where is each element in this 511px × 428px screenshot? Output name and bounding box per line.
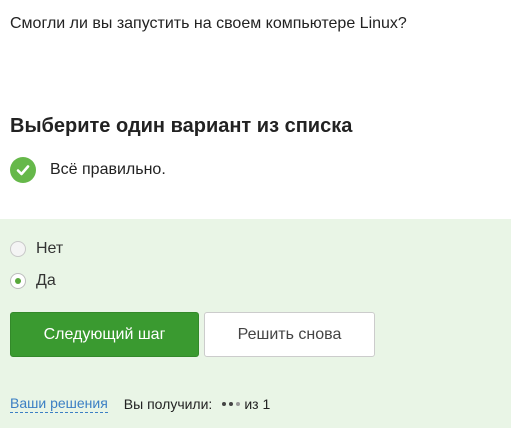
radio-no[interactable] — [10, 241, 26, 257]
footer: Ваши решения Вы получили: из 1 — [10, 394, 270, 414]
score-dots-icon — [222, 402, 241, 406]
feedback-correct: Всё правильно. — [10, 157, 166, 183]
score-dot — [229, 402, 234, 406]
task-heading: Выберите один вариант из списка — [10, 115, 353, 137]
answer-panel: Нет Да Следующий шаг Решить снова Ваши р… — [0, 219, 511, 428]
option-yes[interactable]: Да — [10, 271, 56, 291]
solutions-link[interactable]: Ваши решения — [10, 395, 108, 413]
question-text: Смогли ли вы запустить на своем компьюте… — [10, 15, 407, 32]
score-dot — [236, 402, 241, 406]
retry-button[interactable]: Решить снова — [204, 312, 375, 357]
score-label: Вы получили: — [123, 396, 213, 412]
score-suffix: из 1 — [244, 396, 271, 412]
option-label-no: Нет — [36, 240, 64, 257]
next-step-button[interactable]: Следующий шаг — [10, 312, 199, 357]
checkmark-icon — [10, 157, 36, 183]
option-no[interactable]: Нет — [10, 239, 63, 259]
score-dot — [222, 402, 227, 406]
radio-yes[interactable] — [10, 273, 26, 289]
feedback-text: Всё правильно. — [50, 161, 166, 178]
option-label-yes: Да — [36, 272, 56, 289]
